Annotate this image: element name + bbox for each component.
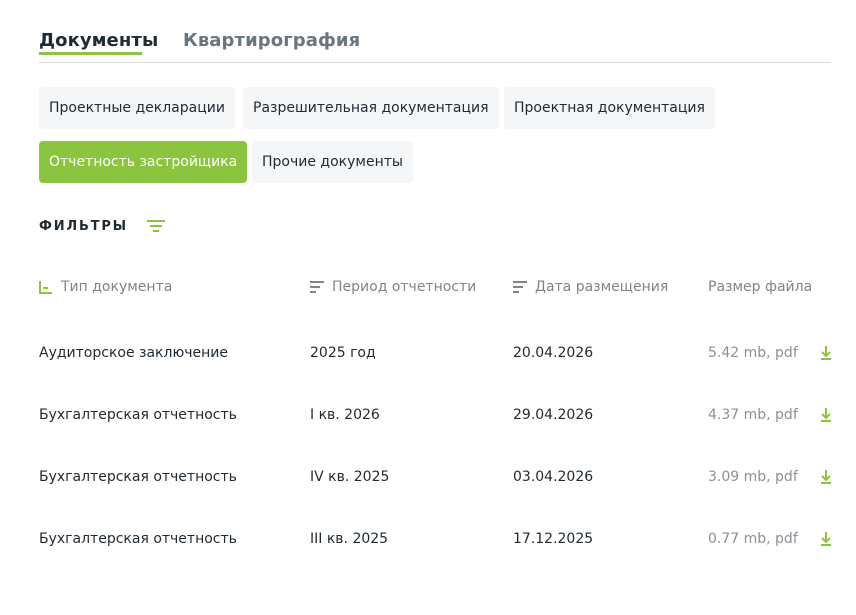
cell-size: 0.77 mb, pdf [708,531,798,547]
cell-size: 4.37 mb, pdf [708,407,798,423]
active-tab-underline [39,52,142,55]
column-header-date[interactable]: Дата размещения [513,276,668,298]
download-icon[interactable] [819,407,833,423]
tab-bar: Документы Квартирография [39,28,831,63]
column-header-size-label: Размер файла [708,279,813,295]
tab-documents[interactable]: Документы [39,28,159,55]
chip-permit-documentation[interactable]: Разрешительная документация [243,87,499,129]
filters-toggle[interactable]: ФИЛЬТРЫ [39,216,166,236]
cell-doc-type: Бухгалтерская отчетность [39,407,237,423]
sort-icon [513,281,527,293]
table-row: Аудиторское заключение 2025 год 20.04.20… [39,341,839,365]
cell-doc-type: Бухгалтерская отчетность [39,531,237,547]
table-row: Бухгалтерская отчетность IV кв. 2025 03.… [39,465,839,489]
chip-developer-reports[interactable]: Отчетность застройщика [39,141,248,183]
column-header-doc-type-label: Тип документа [61,279,173,295]
filter-lines-icon [146,220,165,232]
cell-period: I кв. 2026 [310,407,380,423]
column-header-date-label: Дата размещения [535,279,669,295]
cell-doc-type: Бухгалтерская отчетность [39,469,237,485]
chip-other-documents[interactable]: Прочие документы [252,141,413,183]
cell-date: 29.04.2026 [513,407,594,423]
filters-label: ФИЛЬТРЫ [39,218,128,234]
download-icon[interactable] [819,345,833,361]
cell-date: 20.04.2026 [513,345,594,361]
download-icon[interactable] [819,469,833,485]
cell-doc-type: Аудиторское заключение [39,345,228,361]
chip-project-documentation[interactable]: Проектная документация [504,87,715,129]
cell-period: IV кв. 2025 [310,469,390,485]
cell-size: 3.09 mb, pdf [708,469,798,485]
cell-date: 17.12.2025 [513,531,594,547]
column-header-doc-type[interactable]: Тип документа [39,276,172,298]
sort-icon [310,281,324,293]
tab-apartments[interactable]: Квартирография [183,28,360,54]
column-header-period-label: Период отчетности [332,279,477,295]
cell-period: 2025 год [310,345,376,361]
cell-size: 5.42 mb, pdf [708,345,798,361]
table-row: Бухгалтерская отчетность I кв. 2026 29.0… [39,403,839,427]
column-header-size: Размер файла [708,276,812,298]
sort-ascending-icon [39,281,52,294]
download-icon[interactable] [819,531,833,547]
cell-date: 03.04.2026 [513,469,594,485]
tab-documents-label: Документы [39,30,159,51]
column-header-period[interactable]: Период отчетности [310,276,476,298]
table-row: Бухгалтерская отчетность III кв. 2025 17… [39,527,839,551]
chip-project-declarations[interactable]: Проектные декларации [39,87,235,129]
cell-period: III кв. 2025 [310,531,389,547]
